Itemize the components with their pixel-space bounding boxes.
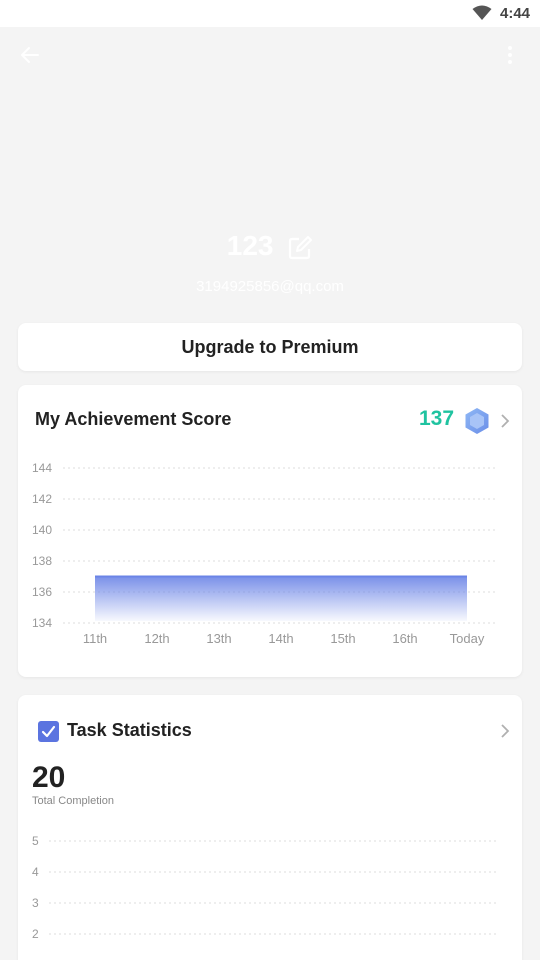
top-bar xyxy=(0,27,540,83)
x-tick-label: 12th xyxy=(144,631,169,646)
upgrade-premium-button[interactable]: Upgrade to Premium xyxy=(18,323,522,371)
profile-email: 3194925856@qq.com xyxy=(196,278,344,295)
y-tick-label: 144 xyxy=(32,461,52,475)
x-tick-label: Today xyxy=(450,631,485,646)
task-chart: 5 4 3 2 xyxy=(32,834,498,941)
y-tick-label: 138 xyxy=(32,554,52,568)
achievement-chart: 144 142 140 138 136 134 11th 12th 13th 14th 15th 16… xyxy=(32,461,498,646)
task-statistics-card[interactable]: Task Statistics 20 Total Completion 5432 xyxy=(18,695,522,960)
area-fill xyxy=(95,576,467,621)
y-tick-label: 134 xyxy=(32,616,52,630)
y-tick-label: 2 xyxy=(32,927,39,941)
y-tick-label: 142 xyxy=(32,492,52,506)
x-tick-label: 16th xyxy=(392,631,417,646)
y-tick-label: 3 xyxy=(32,896,39,910)
profile-name-text: 123 xyxy=(226,230,274,261)
y-tick-label: 4 xyxy=(32,865,39,879)
x-tick-label: 11th xyxy=(83,631,107,646)
y-tick-label: 5 xyxy=(32,834,39,848)
back-button[interactable] xyxy=(16,41,44,69)
y-tick-label: 140 xyxy=(32,523,52,537)
x-tick-label: 15th xyxy=(330,631,355,646)
more-options-button[interactable] xyxy=(496,41,524,69)
status-time: 4:44 xyxy=(500,5,531,22)
achievement-card[interactable]: My Achievement Score 137 144 142 140 138 136… xyxy=(18,385,522,677)
y-tick-label: 136 xyxy=(32,585,52,599)
wifi-icon xyxy=(472,5,492,20)
profile-name: 123 xyxy=(0,230,540,262)
x-tick-label: 14th xyxy=(268,631,293,646)
more-vertical-icon xyxy=(508,46,512,64)
status-bar: 4:44 xyxy=(0,0,540,27)
x-tick-label: 13th xyxy=(206,631,231,646)
edit-icon[interactable] xyxy=(287,235,313,261)
arrow-left-icon xyxy=(21,47,39,63)
